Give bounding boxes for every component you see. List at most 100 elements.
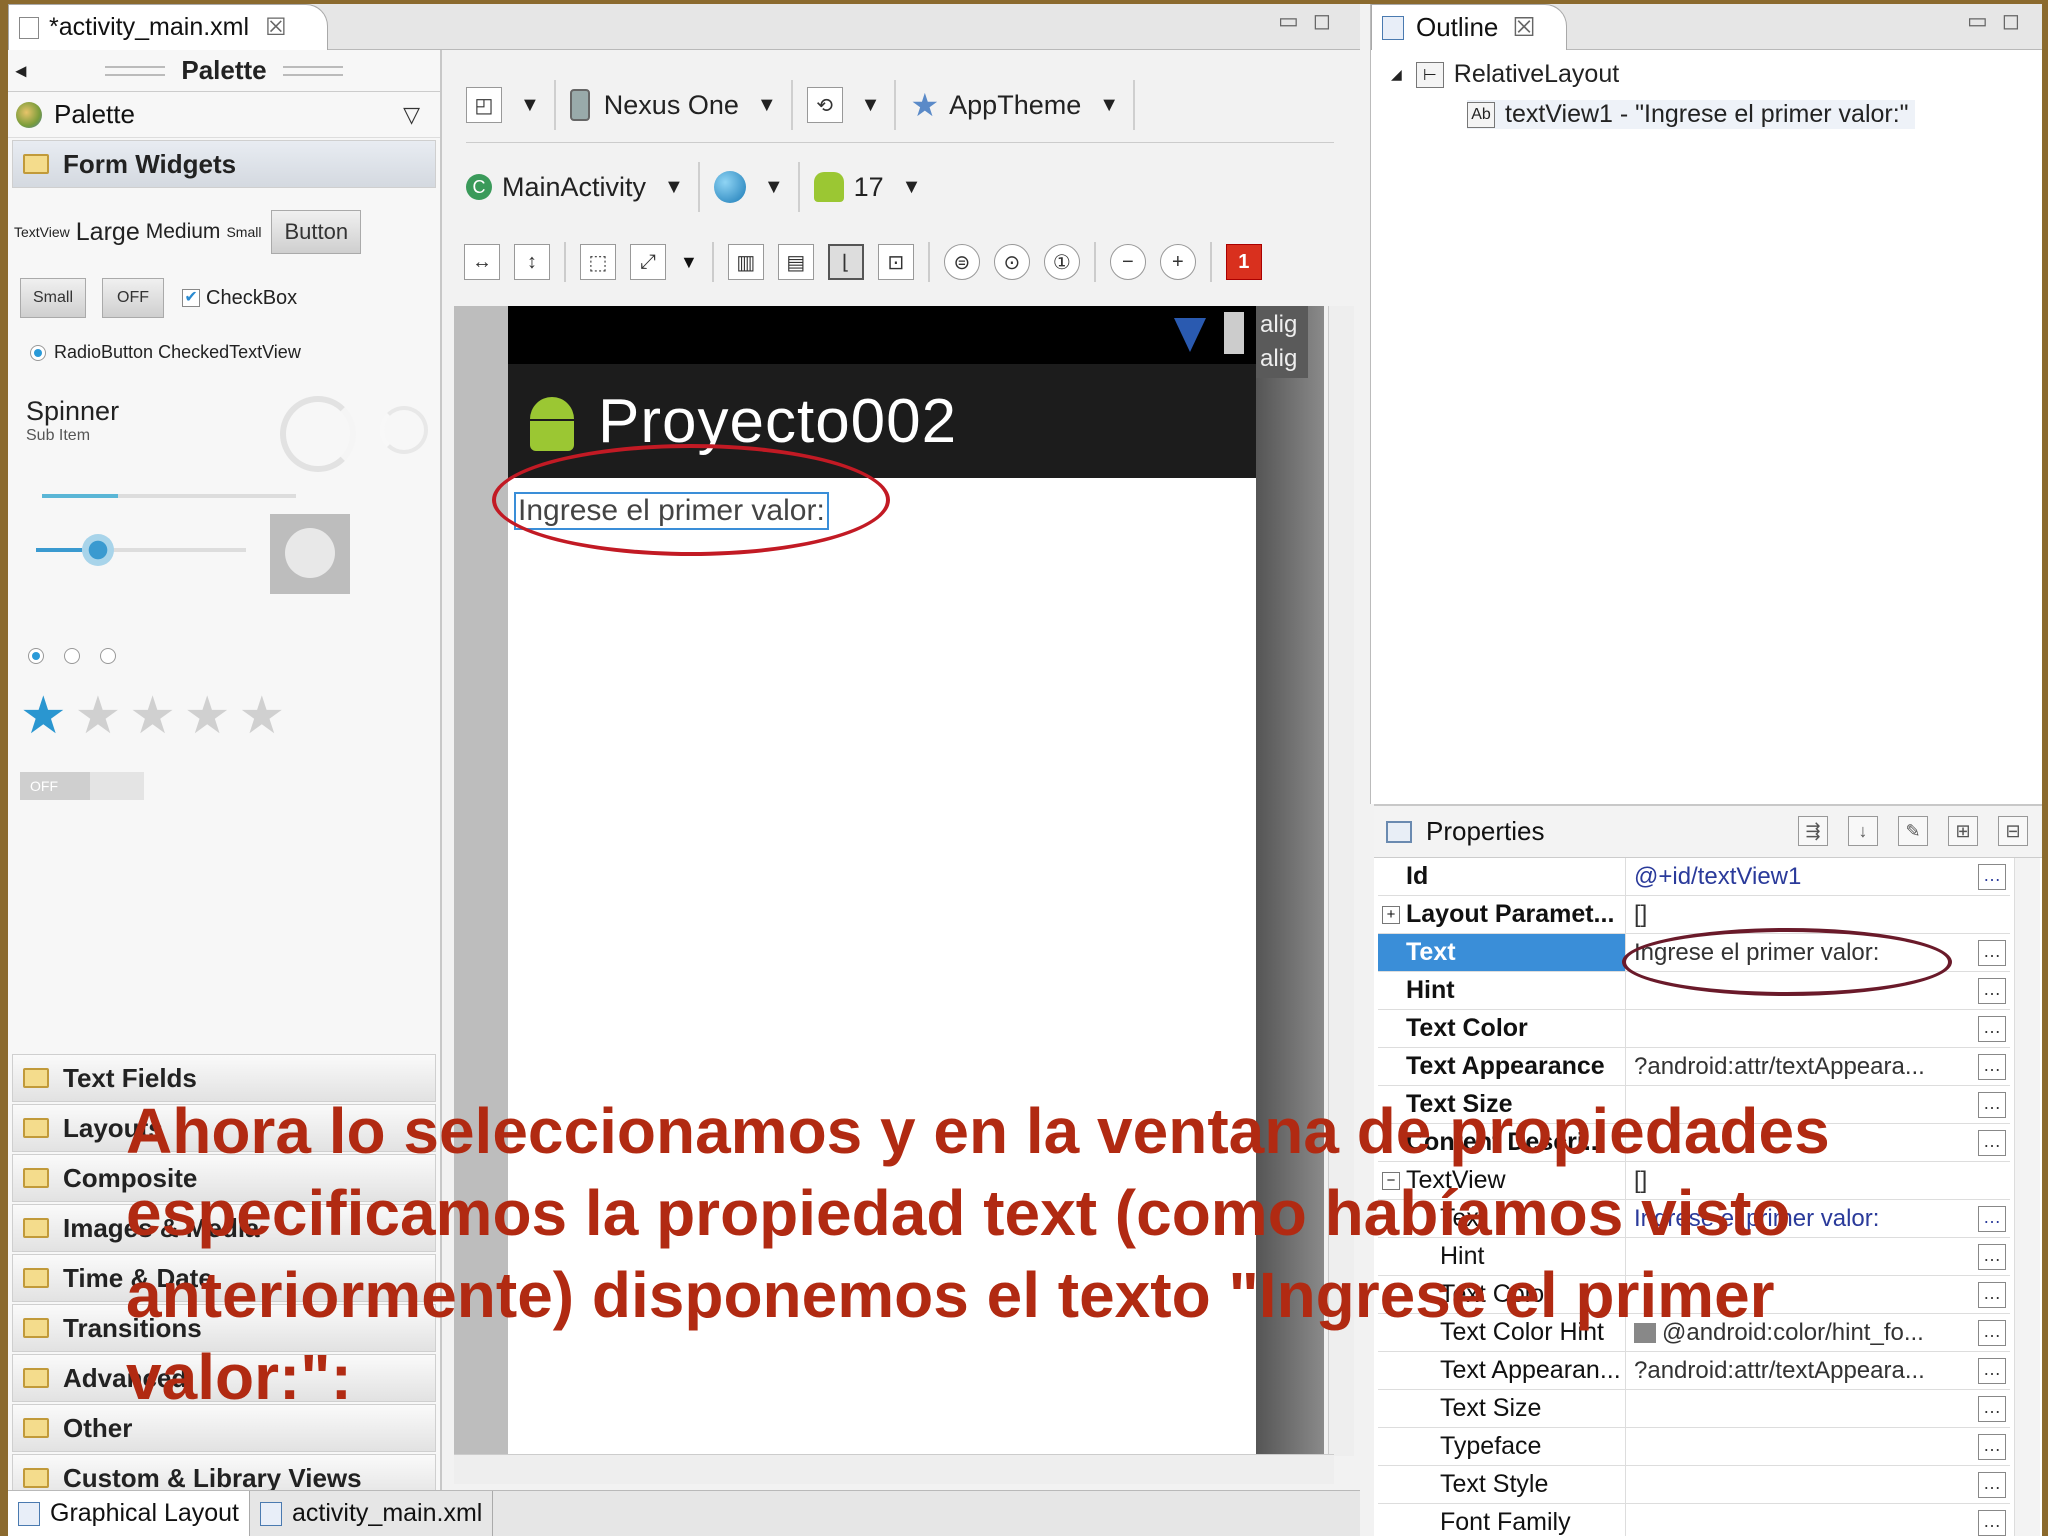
error-count-badge[interactable]: 1	[1225, 244, 1262, 280]
margins-icon[interactable]: ⬚	[580, 244, 616, 280]
theme-selector[interactable]: ★ AppTheme ▼	[910, 86, 1119, 124]
property-value[interactable]: …	[1626, 1466, 2010, 1503]
collapse-arrow-icon[interactable]: ◂	[16, 58, 26, 83]
minimize-maximize-icons[interactable]: ▭◻	[1278, 8, 1345, 34]
edit-icon[interactable]: ✎	[1898, 816, 1928, 846]
api-level-selector[interactable]: 17 ▼	[813, 172, 921, 203]
horizontal-layout-icon[interactable]: ▥	[727, 244, 764, 280]
center-icon[interactable]: ⊡	[877, 244, 914, 280]
image-view-icon[interactable]	[270, 514, 350, 594]
properties-scrollbar[interactable]	[2014, 858, 2040, 1536]
close-icon[interactable]: ☒	[1512, 12, 1535, 43]
ellipsis-button[interactable]: …	[1978, 1092, 2006, 1118]
tab-outline[interactable]: Outline ☒	[1371, 4, 1567, 50]
canvas-horizontal-scrollbar[interactable]	[454, 1454, 1334, 1484]
seekbar[interactable]	[36, 534, 246, 566]
category-form-widgets[interactable]: Form Widgets	[12, 140, 436, 188]
palette-dropdown[interactable]: Palette ▽	[8, 92, 440, 138]
progress-small-icon[interactable]	[380, 406, 428, 454]
property-value[interactable]: @+id/textView1…	[1626, 858, 2010, 895]
ellipsis-button[interactable]: …	[1978, 940, 2006, 966]
switch-widget[interactable]: OFF	[20, 772, 144, 800]
ellipsis-button[interactable]: …	[1978, 978, 2006, 1004]
property-row[interactable]: Id @+id/textView1…	[1378, 858, 2010, 896]
property-row[interactable]: Text Appearance ?android:attr/textAppeara…	[1378, 1048, 2010, 1086]
tab-graphical-layout[interactable]: Graphical Layout	[8, 1490, 251, 1536]
property-value[interactable]: …	[1626, 1504, 2010, 1536]
ellipsis-button[interactable]: …	[1978, 1434, 2006, 1460]
activity-selector[interactable]: C MainActivity ▼	[466, 172, 684, 203]
star-empty-icon: ★	[183, 687, 231, 745]
widget-spinner[interactable]: Spinner Sub Item	[26, 396, 119, 445]
tab-xml-source[interactable]: activity_main.xml	[250, 1490, 494, 1536]
ellipsis-button[interactable]: …	[1978, 1320, 2006, 1346]
grip-icon[interactable]	[105, 65, 166, 76]
chevron-down-icon[interactable]: ▼	[861, 94, 881, 117]
layout-file-icon[interactable]: ◰	[466, 87, 502, 123]
zoom-fit-icon[interactable]: ⊜	[943, 244, 980, 280]
expand-plus-icon[interactable]: +	[1382, 905, 1400, 924]
ellipsis-button[interactable]: …	[1978, 1472, 2006, 1498]
ellipsis-button[interactable]: …	[1978, 1206, 2006, 1232]
zoom-out-icon[interactable]: −	[1109, 244, 1146, 280]
dropdown-arrow-icon[interactable]: ▽	[403, 102, 420, 128]
property-row[interactable]: Text Style…	[1378, 1466, 2010, 1504]
property-row[interactable]: Typeface…	[1378, 1428, 2010, 1466]
property-value[interactable]: …	[1626, 1428, 2010, 1465]
outline-node-relativelayout[interactable]: ◢ ⊢ RelativeLayout	[1391, 60, 1619, 89]
widget-checkbox[interactable]: ✔ CheckBox	[182, 287, 297, 310]
property-row[interactable]: Font Family…	[1378, 1504, 2010, 1536]
radio-group-widget[interactable]	[28, 648, 124, 664]
ellipsis-button[interactable]: …	[1978, 1054, 2006, 1080]
widget-textview[interactable]: TextView	[14, 224, 70, 240]
expand-arrow-icon[interactable]: ◢	[1391, 66, 1402, 83]
ellipsis-button[interactable]: …	[1978, 1358, 2006, 1384]
widget-large-text[interactable]: Large	[76, 218, 140, 247]
filter-icon[interactable]: ⇶	[1798, 816, 1828, 846]
property-row[interactable]: Text Color…	[1378, 1010, 2010, 1048]
property-row[interactable]: + Layout Paramet... []	[1378, 896, 2010, 934]
chevron-down-icon[interactable]: ▼	[680, 252, 698, 273]
widget-toggle-button[interactable]: OFF	[102, 278, 165, 318]
widget-small-button[interactable]: Small	[20, 278, 87, 318]
property-value[interactable]: …	[1626, 1010, 2010, 1047]
fill-height-icon[interactable]: ↕	[514, 244, 550, 280]
ellipsis-button[interactable]: …	[1978, 1130, 2006, 1156]
chevron-down-icon[interactable]: ▼	[520, 94, 540, 117]
baseline-icon[interactable]: ⌊	[827, 244, 864, 280]
close-icon[interactable]: ☒	[265, 13, 287, 42]
vertical-layout-icon[interactable]: ▤	[777, 244, 814, 280]
tab-activity-main[interactable]: *activity_main.xml ☒	[8, 4, 328, 50]
rotate-orientation-icon[interactable]: ⟲	[806, 87, 843, 123]
expand-all-icon[interactable]: ⊞	[1948, 816, 1978, 846]
widget-button[interactable]: Button	[271, 210, 362, 254]
zoom-real-icon[interactable]: ⊙	[993, 244, 1030, 280]
ellipsis-button[interactable]: …	[1978, 1396, 2006, 1422]
rating-bar-widget[interactable]: ★ ★ ★ ★ ★	[20, 690, 285, 742]
locale-selector[interactable]: ▼	[713, 171, 784, 203]
outline-panel: Outline ☒ ▭◻ ◢ ⊢ RelativeLayout Ab textV…	[1370, 4, 2042, 804]
outline-node-textview1[interactable]: Ab textView1 - "Ingrese el primer valor:…	[1467, 100, 1915, 129]
progress-large-icon[interactable]	[280, 396, 356, 472]
widget-radio-row[interactable]: RadioButton CheckedTextView	[30, 342, 301, 363]
ellipsis-button[interactable]: …	[1978, 1510, 2006, 1536]
resize-icon[interactable]: ⤢	[630, 244, 666, 280]
ellipsis-button[interactable]: …	[1978, 1244, 2006, 1270]
widget-small-text[interactable]: Small	[226, 224, 261, 240]
device-selector[interactable]: Nexus One ▼	[569, 89, 777, 121]
ellipsis-button[interactable]: …	[1978, 1282, 2006, 1308]
seekbar-thumb-icon[interactable]	[82, 534, 114, 566]
ellipsis-button[interactable]: …	[1978, 864, 2006, 890]
property-value[interactable]: []	[1626, 896, 2010, 933]
minimize-maximize-icons[interactable]: ▭◻	[1967, 8, 2034, 34]
progress-bar-horizontal[interactable]	[42, 494, 296, 498]
ellipsis-button[interactable]: …	[1978, 1016, 2006, 1042]
zoom-100-icon[interactable]: ①	[1043, 244, 1080, 280]
grip-icon[interactable]	[282, 65, 343, 76]
property-value[interactable]: ?android:attr/textAppeara...…	[1626, 1048, 2010, 1085]
zoom-in-icon[interactable]: +	[1159, 244, 1196, 280]
collapse-all-icon[interactable]: ⊟	[1998, 816, 2028, 846]
fill-width-icon[interactable]: ↔	[464, 244, 500, 280]
sort-az-icon[interactable]: ↓	[1848, 816, 1878, 846]
widget-medium-text[interactable]: Medium	[146, 220, 221, 244]
